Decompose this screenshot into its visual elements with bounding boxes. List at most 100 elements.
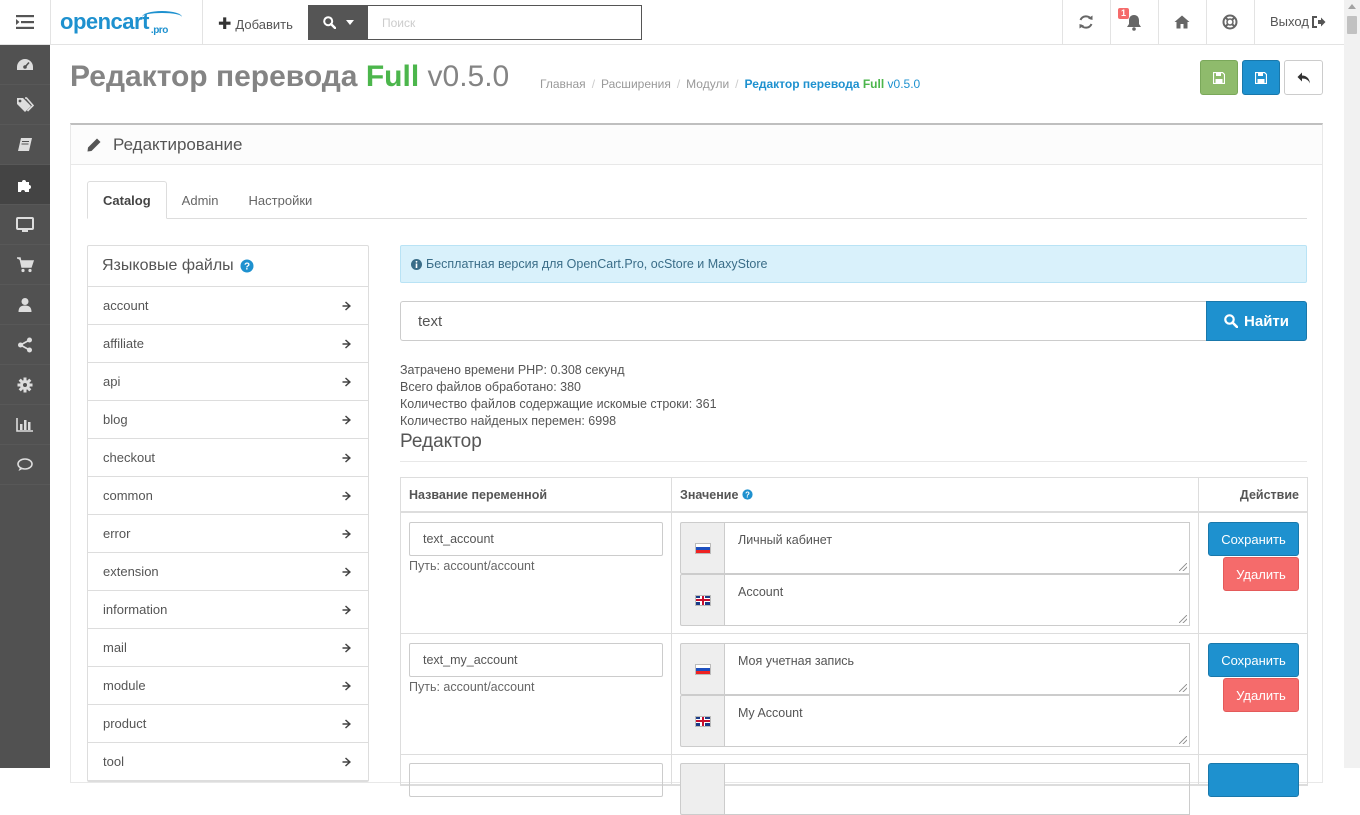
tab-catalog[interactable]: Catalog xyxy=(87,181,167,219)
language-file-checkout[interactable]: checkout xyxy=(88,439,368,477)
sidebar-item-system[interactable] xyxy=(0,365,50,405)
value-ru-group xyxy=(680,763,1190,815)
sidebar-item-chat[interactable] xyxy=(0,445,50,485)
language-file-label: tool xyxy=(103,754,124,769)
sidebar-item-customers[interactable] xyxy=(0,285,50,325)
search-input-value: text xyxy=(418,312,443,330)
sidebar-item-dashboard[interactable] xyxy=(0,45,50,85)
breadcrumb-extensions[interactable]: Расширения xyxy=(601,77,671,91)
tab-settings[interactable]: Настройки xyxy=(234,181,328,219)
save-stay-button[interactable] xyxy=(1200,60,1238,95)
search-stats: Затрачено времени PHP: 0.308 секунд Всег… xyxy=(400,362,717,430)
language-file-common[interactable]: common xyxy=(88,477,368,515)
language-file-mail[interactable]: mail xyxy=(88,629,368,667)
stats-files-matching: Количество файлов содержащие искомые стр… xyxy=(400,397,717,411)
value-ru-textarea[interactable]: Моя учетная запись xyxy=(724,643,1190,695)
logo[interactable]: opencart .pro xyxy=(60,9,182,36)
search-icon xyxy=(1224,314,1239,328)
variable-name-input[interactable]: text_my_account xyxy=(409,643,663,677)
caret-down-icon xyxy=(345,20,354,25)
logo-suffix: .pro xyxy=(150,25,168,36)
value-ru-group: Моя учетная запись xyxy=(680,643,1190,695)
value-en-textarea[interactable]: Account xyxy=(724,574,1190,626)
variable-name-value: text_my_account xyxy=(423,653,518,667)
language-file-product[interactable]: product xyxy=(88,705,368,743)
sidebar-item-marketing[interactable] xyxy=(0,325,50,365)
variable-name-value: text_account xyxy=(423,532,494,546)
notifications-button[interactable]: 1 xyxy=(1110,0,1158,44)
menu-toggle-button[interactable] xyxy=(0,0,50,44)
language-file-blog[interactable]: blog xyxy=(88,401,368,439)
arrow-right-icon xyxy=(342,681,351,690)
value-en-textarea[interactable]: My Account xyxy=(724,695,1190,747)
save-button[interactable] xyxy=(1242,60,1280,95)
resize-handle[interactable] xyxy=(1179,736,1187,744)
language-file-tool[interactable]: tool xyxy=(88,743,368,781)
value-ru-textarea[interactable] xyxy=(724,763,1190,815)
book-icon xyxy=(18,137,32,151)
info-alert: Бесплатная версия для OpenCart.Pro, ocSt… xyxy=(400,245,1307,283)
add-button[interactable]: ✚ Добавить xyxy=(218,14,293,34)
flag-ru-addon xyxy=(680,522,724,574)
header-search-placeholder: Поиск xyxy=(382,15,416,30)
bar-chart-icon xyxy=(16,417,33,432)
variable-cell: text_account Путь: account/account xyxy=(401,513,672,633)
scroll-thumb[interactable] xyxy=(1347,16,1357,34)
sidebar-item-sales[interactable] xyxy=(0,245,50,285)
breadcrumb-current[interactable]: Редактор перевода Full v0.5.0 xyxy=(745,77,921,91)
variable-name-input[interactable] xyxy=(409,763,663,797)
breadcrumb-home[interactable]: Главная xyxy=(540,77,586,91)
refresh-icon xyxy=(1079,15,1093,29)
home-button[interactable] xyxy=(1158,0,1206,44)
action-cell: Сохранить Удалить xyxy=(1199,513,1307,633)
value-ru-textarea[interactable]: Личный кабинет xyxy=(724,522,1190,574)
language-file-label: affiliate xyxy=(103,336,144,351)
header-search-input[interactable]: Поиск xyxy=(368,5,642,40)
language-file-information[interactable]: information xyxy=(88,591,368,629)
language-file-module[interactable]: module xyxy=(88,667,368,705)
user-icon xyxy=(18,297,32,312)
breadcrumb-modules[interactable]: Модули xyxy=(686,77,729,91)
question-circle-icon[interactable]: ? xyxy=(742,489,754,500)
variable-name-input[interactable]: text_account xyxy=(409,522,663,556)
search-icon xyxy=(322,16,336,29)
search-row: text Найти xyxy=(400,301,1307,341)
scroll-up-arrow[interactable] xyxy=(1348,4,1356,9)
page-scrollbar[interactable] xyxy=(1344,0,1360,768)
resize-handle[interactable] xyxy=(1179,615,1187,623)
tab-admin[interactable]: Admin xyxy=(167,181,234,219)
language-file-label: information xyxy=(103,602,168,617)
language-file-api[interactable]: api xyxy=(88,363,368,401)
sidebar-item-extensions[interactable] xyxy=(0,165,50,205)
refresh-button[interactable] xyxy=(1062,0,1110,44)
value-en-group: Account xyxy=(680,574,1190,626)
file-tabs: Catalog Admin Настройки xyxy=(87,181,1307,219)
sidebar-item-reports[interactable] xyxy=(0,405,50,445)
sidebar-item-blog[interactable] xyxy=(0,125,50,165)
save-row-button[interactable] xyxy=(1208,763,1299,797)
delete-row-button[interactable]: Удалить xyxy=(1223,678,1299,712)
panel-heading: Редактирование xyxy=(71,125,1322,165)
language-file-label: extension xyxy=(103,564,159,579)
delete-row-button[interactable]: Удалить xyxy=(1223,557,1299,591)
logout-button[interactable]: Выход xyxy=(1270,14,1326,29)
page-title-full: Full xyxy=(365,60,420,93)
language-file-affiliate[interactable]: affiliate xyxy=(88,325,368,363)
language-file-extension[interactable]: extension xyxy=(88,553,368,591)
search-input[interactable]: text xyxy=(400,301,1206,341)
resize-handle[interactable] xyxy=(1179,563,1187,571)
question-circle-icon[interactable]: ? xyxy=(240,259,254,273)
save-row-button[interactable]: Сохранить xyxy=(1208,522,1299,556)
find-button[interactable]: Найти xyxy=(1206,301,1307,341)
page-title-main: Редактор перевода xyxy=(70,60,358,93)
resize-handle[interactable] xyxy=(1179,684,1187,692)
language-file-account[interactable]: account xyxy=(88,287,368,325)
language-file-error[interactable]: error xyxy=(88,515,368,553)
back-button[interactable] xyxy=(1284,60,1323,95)
support-button[interactable] xyxy=(1206,0,1254,44)
save-row-button[interactable]: Сохранить xyxy=(1208,643,1299,677)
sidebar-item-design[interactable] xyxy=(0,205,50,245)
sidebar-item-catalog[interactable] xyxy=(0,85,50,125)
desktop-icon xyxy=(16,216,34,232)
search-type-dropdown[interactable] xyxy=(308,5,368,40)
